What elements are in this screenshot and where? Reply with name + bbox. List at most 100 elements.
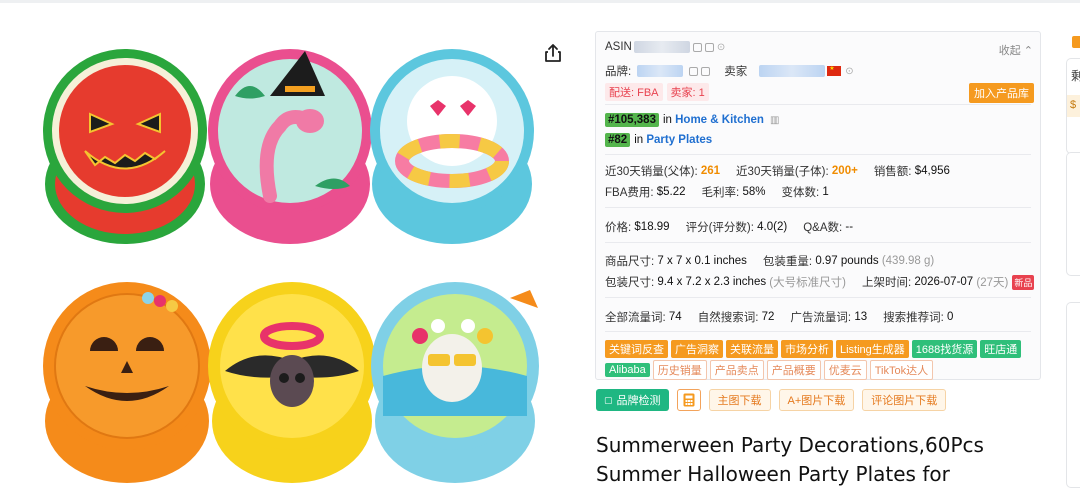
margin-label: 毛利率: [701,187,740,199]
tool-tag-button[interactable]: TikTok达人 [869,360,934,380]
copy-icon[interactable] [692,42,702,52]
tools-row-2: Alibaba 历史销量 产品卖点 产品概要 优麦云 TikTok达人 [605,360,936,380]
calculator-button[interactable] [676,389,701,411]
edge-card-3 [1066,302,1080,488]
asin-row: ASIN ⊙ [605,41,725,53]
listed-date-label: 上架时间: [861,277,912,289]
brand-value-redacted[interactable] [637,65,684,77]
fba-fee-value: $5.22 [656,186,686,198]
listed-days: (27天) [976,277,1009,289]
tool-tag-button[interactable]: 优麦云 [823,360,867,380]
kw-organic-label: 自然搜索词: [697,312,759,324]
edge-card-2 [1066,152,1080,276]
add-to-library-button[interactable]: 加入产品库 [969,83,1034,103]
tool-tag-button[interactable]: Listing生成器 [836,340,909,358]
tool-tag-button[interactable]: 关键词反查 [605,340,668,358]
tool-tag-button[interactable]: 1688找货源 [911,340,978,358]
sales-parent-label: 近30天销量(父体): [605,166,698,178]
kw-rec-label: 搜索推荐词: [883,312,944,324]
item-size-label: 商品尺寸: [605,256,655,268]
collapse-toggle[interactable]: 收起 ⌃ [999,42,1033,58]
kw-rec-value[interactable]: 0 [947,311,953,323]
action-bar: ▢ 品牌检测 主图下载 A+图片下载 评论图片下载 [596,389,947,411]
plate-bat [208,282,376,483]
price-row: 价格: $18.99 评分(评分数): 4.0(2) Q&A数: -- [605,219,853,235]
divider [605,207,1031,208]
aplus-image-download-button[interactable]: A+图片下载 [778,389,855,411]
rank-badge: #105,383 [605,113,659,127]
seller-count-tag: 卖家: 1 [666,83,709,101]
new-badge: 新品 [1012,274,1035,290]
location-icon[interactable]: ⊙ [717,42,725,53]
tags-row: 配送: FBA 卖家: 1 [605,83,713,101]
collapse-label: 收起 [998,45,1021,57]
fba-row: FBA费用: $5.22 毛利率: 58% 变体数: 1 [605,184,829,200]
brand-label: 品牌: [605,66,632,78]
kw-total-value[interactable]: 74 [669,311,682,323]
brand-check-button[interactable]: ▢ 品牌检测 [596,389,669,411]
package-row: 包装尺寸: 9.4 x 7.2 x 2.3 inches (大号标准尺寸) 上架… [605,274,1035,290]
brand-check-label: 品牌检测 [616,395,661,407]
bar-chart-icon[interactable]: ▥ [770,115,779,126]
asin-label: ASIN [605,41,632,53]
plate-skull-flowers [371,282,539,483]
dimensions-row: 商品尺寸: 7 x 7 x 0.1 inches 包装重量: 0.97 poun… [605,253,934,269]
product-info-panel: ASIN ⊙ 收起 ⌃ 品牌: 卖家 ⊙ 配送: FBA 卖家: 1 加入产品库… [595,31,1041,380]
review-image-download-button[interactable]: 评论图片下载 [862,389,947,411]
main-image-download-button[interactable]: 主图下载 [708,389,771,411]
rank-category-link[interactable]: Home & Kitchen [675,114,764,126]
plugin-icon[interactable] [1072,36,1080,48]
pkg-weight-grams: (439.98 g) [881,255,935,267]
rank-row-1: #105,383 in Home & Kitchen ▥ [605,113,779,127]
sales-parent-value: 261 [700,165,721,177]
tool-tag-button[interactable]: 历史销量 [652,360,707,380]
variants-value: 1 [822,186,829,198]
pkg-size-value: 9.4 x 7.2 x 2.3 inches [657,276,767,288]
rank-in-text: in [634,134,644,146]
seller-value-redacted[interactable] [759,65,826,77]
tool-tag-button[interactable]: 关联流量 [726,340,778,358]
china-flag-icon [827,65,842,76]
sales-child-label: 近30天销量(子体): [736,166,829,178]
tools-row-1: 关键词反查 广告洞察 关联流量 市场分析 Listing生成器 1688找货源 旺店通 [605,340,1024,358]
share-icon[interactable] [544,43,562,63]
kw-organic-value[interactable]: 72 [762,311,775,323]
pkg-weight-value: 0.97 pounds [815,255,879,267]
tool-tag-button[interactable]: 旺店通 [980,340,1022,358]
variants-label: 变体数: [781,187,820,199]
tool-tag-button[interactable]: 产品概要 [766,360,821,380]
listed-date-value: 2026-07-07 [914,276,974,288]
seller-label: 卖家 [724,66,748,78]
tool-tag-button[interactable]: 市场分析 [781,340,833,358]
tool-tag-button[interactable]: 产品卖点 [709,360,764,380]
sales-child-value: 200+ [831,165,858,177]
item-size-value: 7 x 7 x 0.1 inches [657,255,747,267]
square-icon: ▢ [604,394,613,405]
divider [605,104,1031,105]
kw-ad-value[interactable]: 13 [854,311,867,323]
rating-value: 4.0(2) [757,221,788,233]
brand-seller-row: 品牌: 卖家 ⊙ [605,63,854,79]
tool-tag-button[interactable]: Alibaba [605,363,650,377]
product-title: Summerween Party Decorations,60Pcs Summe… [596,433,984,486]
top-border [0,0,1080,3]
revenue-label: 销售额: [873,166,912,178]
external-link-icon[interactable] [701,66,711,76]
edge-partial-price: $ [1070,99,1077,111]
plate-orange-pumpkin [43,282,211,483]
copy-icon[interactable] [704,42,714,52]
fba-fee-label: FBA费用: [605,187,654,199]
rank-in-text: in [662,114,672,126]
product-image[interactable] [40,36,545,486]
copy-icon[interactable] [689,66,699,76]
plate-flamingo-witch [208,49,372,244]
tool-tag-button[interactable]: 广告洞察 [671,340,723,358]
divider [605,154,1031,155]
location-icon[interactable]: ⊙ [845,66,853,77]
rank-category-link[interactable]: Party Plates [646,134,712,146]
calculator-icon [683,393,695,407]
edge-partial-char: 剩 [1071,69,1080,83]
pkg-weight-label: 包装重量: [762,256,813,268]
chevron-up-icon: ⌃ [1023,45,1033,57]
fba-tag: 配送: FBA [605,83,663,101]
